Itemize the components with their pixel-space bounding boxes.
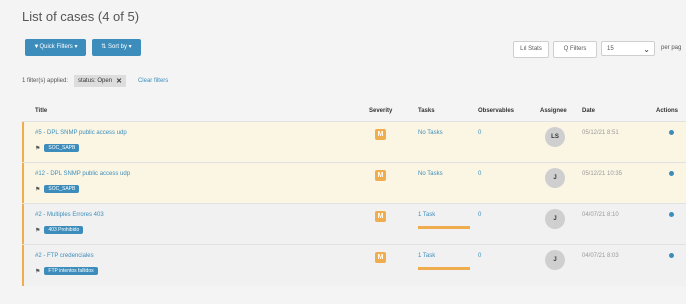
- case-date: 04/07/21 8:03: [582, 253, 619, 259]
- severity-bar: [22, 204, 24, 245]
- column-header-assignee[interactable]: Assignee: [540, 108, 567, 114]
- case-title-link[interactable]: #5 - DPL SNMP public access udp: [35, 130, 127, 136]
- observables-count[interactable]: 0: [478, 171, 481, 177]
- task-progress-bar: [418, 267, 470, 270]
- case-date: 04/07/21 8:10: [582, 212, 619, 218]
- tasks-link[interactable]: No Tasks: [418, 171, 443, 177]
- table-row: #12 - DPL SNMP public access udp ⚑ SOC_S…: [22, 162, 686, 204]
- tag-line: ⚑ 403 Prohibido: [35, 226, 84, 234]
- tag-line: ⚑ SOC_SAPB: [35, 185, 80, 193]
- case-tag[interactable]: SOC_SAPB: [44, 144, 80, 152]
- page-title: List of cases (4 of 5): [22, 9, 140, 24]
- observables-count[interactable]: 0: [478, 253, 481, 259]
- filters-button[interactable]: Q Filters: [553, 41, 597, 58]
- tasks-link[interactable]: No Tasks: [418, 130, 443, 136]
- tag-line: ⚑ FTP intentos fallidos: [35, 267, 98, 275]
- tag-icon: ⚑: [35, 268, 41, 275]
- table-row: #2 - Multiples Errores 403 ⚑ 403 Prohibi…: [22, 203, 686, 245]
- severity-badge: M: [375, 211, 386, 222]
- tag-icon: ⚑: [35, 186, 41, 193]
- table-row: #5 - DPL SNMP public access udp ⚑ SOC_SA…: [22, 121, 686, 163]
- column-header-actions: Actions: [656, 108, 679, 114]
- quick-filters-button[interactable]: ▼Quick Filters ▾: [25, 39, 86, 56]
- observables-count[interactable]: 0: [478, 130, 481, 136]
- per-page-value: 15: [607, 46, 614, 52]
- case-tag[interactable]: SOC_SAPB: [44, 185, 80, 193]
- per-page-label: per pag: [661, 45, 682, 51]
- filter-chip-label: status: Open: [78, 78, 113, 84]
- severity-badge: M: [375, 129, 386, 140]
- severity-badge: M: [375, 170, 386, 181]
- clear-filters-link[interactable]: Clear filters: [138, 78, 168, 84]
- sort-by-button[interactable]: ⇅ Sort by ▾: [92, 39, 141, 56]
- case-date: 05/12/21 8:51: [582, 130, 619, 136]
- tasks-link[interactable]: 1 Task: [418, 212, 435, 218]
- action-icon[interactable]: [669, 130, 674, 135]
- tag-icon: ⚑: [35, 227, 41, 234]
- case-date: 05/12/21 10:35: [582, 171, 623, 177]
- tag-line: ⚑ SOC_SAPB: [35, 144, 80, 152]
- tasks-link[interactable]: 1 Task: [418, 253, 435, 259]
- case-tag[interactable]: FTP intentos fallidos: [44, 267, 98, 275]
- chevron-down-icon: ⌄: [643, 45, 650, 54]
- avatar: J: [545, 250, 565, 270]
- close-icon[interactable]: ✕: [116, 77, 122, 85]
- case-title-link[interactable]: #2 - FTP credenciales: [35, 253, 94, 259]
- column-header-title[interactable]: Title: [35, 108, 47, 114]
- column-header-severity[interactable]: Severity: [369, 108, 392, 114]
- severity-bar: [22, 163, 24, 204]
- column-header-date[interactable]: Date: [582, 108, 595, 114]
- action-icon[interactable]: [669, 253, 674, 258]
- severity-badge: M: [375, 252, 386, 263]
- severity-bar: [22, 122, 24, 163]
- task-progress-bar: [418, 226, 470, 229]
- column-header-observables[interactable]: Observables: [478, 108, 514, 114]
- action-icon[interactable]: [669, 212, 674, 217]
- case-title-link[interactable]: #2 - Multiples Errores 403: [35, 212, 104, 218]
- action-icon[interactable]: [669, 171, 674, 176]
- table-row: #2 - FTP credenciales ⚑ FTP intentos fal…: [22, 244, 686, 286]
- stats-button[interactable]: Lıl Stats: [513, 41, 549, 58]
- case-tag[interactable]: 403 Prohibido: [44, 226, 84, 234]
- case-title-link[interactable]: #12 - DPL SNMP public access udp: [35, 171, 130, 177]
- observables-count[interactable]: 0: [478, 212, 481, 218]
- per-page-select[interactable]: 15 ⌄: [601, 41, 655, 56]
- applied-filters-text: 1 filter(s) applied:: [22, 78, 69, 84]
- column-header-tasks[interactable]: Tasks: [418, 108, 435, 114]
- tag-icon: ⚑: [35, 145, 41, 152]
- severity-bar: [22, 245, 24, 286]
- avatar: J: [545, 209, 565, 229]
- filter-chip[interactable]: status: Open ✕: [74, 75, 126, 87]
- avatar: J: [545, 168, 565, 188]
- avatar: LS: [545, 127, 565, 147]
- applied-filters: 1 filter(s) applied: status: Open ✕ Clea…: [22, 75, 168, 87]
